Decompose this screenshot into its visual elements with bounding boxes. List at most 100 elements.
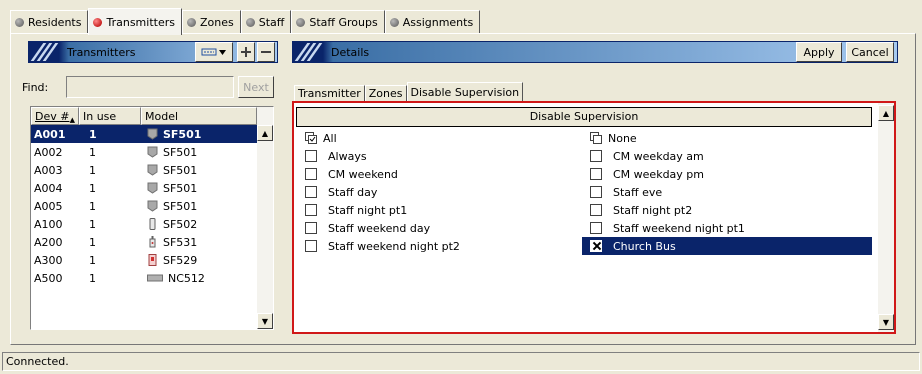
supervision-option[interactable]: Staff weekend night pt2 (297, 237, 579, 255)
tab-transmitters[interactable]: Transmitters (88, 8, 182, 35)
tab-label: Assignments (402, 16, 474, 29)
panel-title: Details (331, 45, 370, 59)
table-row[interactable]: A200 1 SF531 (31, 233, 257, 251)
table-row[interactable]: A003 1 SF501 (31, 161, 257, 179)
option-label: Staff eve (613, 185, 663, 199)
cell-in-use: 1 (89, 127, 97, 141)
supervision-option[interactable]: Staff day (297, 183, 579, 201)
supervision-option[interactable]: CM weekday pm (582, 165, 872, 183)
pullcord-icon (147, 254, 158, 266)
supervision-option[interactable]: Church Bus (582, 237, 872, 255)
arrow-down-icon: ▼ (261, 316, 269, 326)
plus-icon (241, 47, 251, 57)
supervision-option[interactable]: CM weekday am (582, 147, 872, 165)
status-dot-icon (93, 17, 103, 27)
view-options-button[interactable] (195, 42, 233, 62)
scroll-up-button[interactable]: ▲ (878, 105, 894, 121)
supervision-option[interactable]: Always (297, 147, 579, 165)
tab-transmitter[interactable]: Transmitter (294, 85, 365, 102)
status-bar: Connected. (2, 352, 920, 371)
tab-zones-detail[interactable]: Zones (364, 85, 407, 102)
checkbox[interactable] (305, 240, 317, 252)
remove-transmitter-button[interactable] (257, 42, 275, 62)
checkbox[interactable] (305, 168, 317, 180)
table-row[interactable]: A001 1 SF501 (31, 125, 257, 143)
checkbox[interactable] (590, 222, 602, 234)
cell-model: NC512 (141, 272, 257, 285)
tab-staff[interactable]: Staff (240, 10, 292, 34)
main-tab-strip: Residents Transmitters Zones Staff Staff… (10, 8, 481, 35)
column-header-model[interactable]: Model (141, 107, 257, 125)
tab-residents[interactable]: Residents (10, 10, 89, 34)
supervision-option[interactable]: Staff night pt1 (297, 201, 579, 219)
model-label: SF501 (163, 199, 198, 213)
table-row[interactable]: A002 1 SF501 (31, 143, 257, 161)
next-button[interactable]: Next (238, 76, 274, 98)
badge-icon (147, 128, 158, 140)
panel-title: Transmitters (67, 45, 136, 59)
cancel-button[interactable]: Cancel (846, 42, 894, 62)
tab-staff-groups[interactable]: Staff Groups (291, 10, 385, 34)
checkbox[interactable] (305, 204, 317, 216)
find-input[interactable] (66, 76, 234, 98)
cell-model: SF501 (141, 200, 257, 213)
transmitters-grid: Dev # ▲ In use Model A001 1 SF501 A002 1 SF501… (30, 106, 274, 330)
cell-dev: A300 (34, 253, 63, 267)
select-all-row[interactable]: All (305, 129, 337, 147)
checkbox[interactable] (305, 150, 317, 162)
checkbox-checked[interactable] (590, 240, 602, 252)
cell-in-use: 1 (89, 217, 96, 231)
supervision-option[interactable]: CM weekend (297, 165, 579, 183)
grid-scrollbar[interactable]: ▲ ▼ (257, 107, 273, 329)
table-row[interactable]: A100 1 SF502 (31, 215, 257, 233)
checkbox[interactable] (305, 222, 317, 234)
supervision-scrollbar[interactable]: ▲ ▼ (878, 103, 894, 332)
cell-dev: A003 (34, 163, 63, 177)
check-all-icon (305, 132, 317, 144)
arrow-up-icon: ▲ (882, 108, 890, 118)
option-label: CM weekday pm (613, 167, 704, 181)
status-dot-icon (296, 18, 306, 27)
checkbox[interactable] (590, 168, 602, 180)
tab-label: Staff Groups (309, 16, 378, 29)
supervision-option[interactable]: Staff weekend night pt1 (582, 219, 872, 237)
select-none-row[interactable]: None (590, 129, 637, 147)
scroll-up-button[interactable]: ▲ (257, 125, 273, 141)
disable-supervision-header: Disable Supervision (296, 107, 872, 127)
option-label: Church Bus (613, 239, 676, 253)
table-row[interactable]: A300 1 SF529 (31, 251, 257, 269)
checkbox[interactable] (590, 150, 602, 162)
supervision-option[interactable]: Staff night pt2 (582, 201, 872, 219)
checkbox[interactable] (590, 186, 602, 198)
model-label: SF529 (163, 253, 198, 267)
column-header-in-use[interactable]: In use (79, 107, 141, 125)
checkbox[interactable] (590, 204, 602, 216)
cell-dev: A100 (34, 217, 63, 231)
supervision-option[interactable]: Staff weekend day (297, 219, 579, 237)
column-label: Dev # (35, 110, 70, 123)
table-row[interactable]: A004 1 SF501 (31, 179, 257, 197)
tab-assignments[interactable]: Assignments (384, 10, 481, 34)
list-view-icon (201, 48, 226, 56)
model-label: SF501 (163, 145, 198, 159)
details-title-bar: Details Apply Cancel (292, 41, 898, 63)
status-dot-icon (245, 18, 255, 27)
apply-button[interactable]: Apply (796, 42, 842, 62)
tab-zones[interactable]: Zones (181, 10, 241, 34)
scroll-down-button[interactable]: ▼ (257, 313, 273, 329)
supervision-option[interactable]: Staff eve (582, 183, 872, 201)
table-row[interactable]: A500 1 NC512 (31, 269, 257, 287)
transmitters-title-bar: Transmitters (28, 41, 278, 63)
option-label: Staff weekend night pt2 (328, 239, 460, 253)
column-header-dev[interactable]: Dev # ▲ (31, 107, 79, 125)
add-transmitter-button[interactable] (237, 42, 255, 62)
cell-model: SF501 (141, 164, 257, 177)
tab-disable-supervision[interactable]: Disable Supervision (406, 82, 524, 103)
badge-icon (147, 164, 158, 176)
scroll-down-button[interactable]: ▼ (878, 314, 894, 330)
checkbox[interactable] (305, 186, 317, 198)
table-row[interactable]: A005 1 SF501 (31, 197, 257, 215)
option-label: Staff night pt2 (613, 203, 693, 217)
model-label: SF501 (163, 181, 198, 195)
cell-model: SF501 (141, 128, 257, 141)
